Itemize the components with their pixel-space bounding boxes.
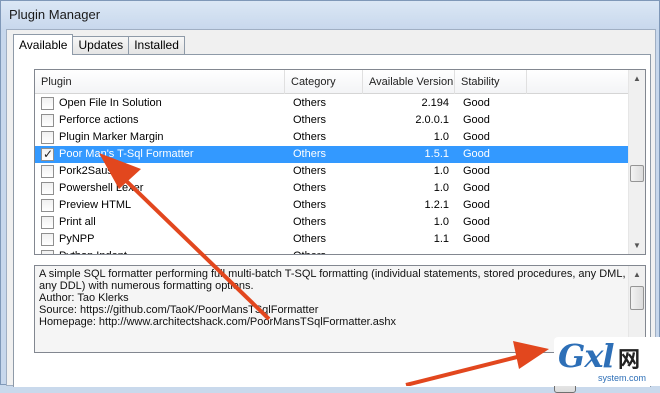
table-row[interactable]: Open File In Solution Others 2.194 Good — [35, 95, 629, 112]
plugin-stability — [463, 248, 523, 254]
plugin-version: 1.5.1 — [424, 148, 449, 160]
table-row[interactable]: Poor Man's T-Sql Formatter Others 1.5.1 Goo… — [35, 146, 629, 163]
plugin-category: Others — [293, 131, 327, 143]
plugin-name: Perforce actions — [59, 114, 139, 126]
plugin-checkbox[interactable] — [41, 233, 54, 246]
description-author: Author: Tao Klerks — [39, 292, 129, 304]
plugin-stability: Good — [463, 233, 490, 245]
tab-available[interactable]: Available — [13, 34, 74, 55]
plugin-name: Python Indent — [59, 248, 284, 254]
table-row[interactable]: Pork2Sausage Others 1.0 Good — [35, 163, 629, 180]
column-available-version[interactable]: Available Version — [363, 70, 455, 94]
plugin-version: 1.0 — [433, 216, 449, 228]
table-row[interactable]: Python Indent Others — [35, 248, 629, 254]
tab-installed[interactable]: Installed — [128, 36, 185, 55]
tab-updates[interactable]: Updates — [72, 36, 130, 55]
column-category[interactable]: Category — [285, 70, 363, 94]
site-watermark-logo: Gxl 网 system.com — [554, 337, 660, 386]
watermark-logo-text: Gxl — [558, 337, 615, 375]
plugin-category: Others — [293, 148, 327, 160]
plugin-checkbox[interactable] — [41, 199, 54, 212]
plugin-category: Others — [293, 114, 327, 126]
plugin-version — [365, 248, 449, 254]
scroll-thumb[interactable] — [630, 165, 644, 182]
plugin-category: Others — [293, 248, 353, 254]
plugin-version: 2.194 — [421, 97, 449, 109]
table-row[interactable]: Plugin Marker Margin Others 1.0 Good — [35, 129, 629, 146]
plugin-stability: Good — [463, 199, 490, 211]
plugin-stability: Good — [463, 148, 490, 160]
plugin-checkbox[interactable] — [41, 97, 54, 110]
plugin-version: 1.1 — [433, 233, 449, 245]
plugin-checkbox[interactable] — [41, 146, 54, 163]
plugin-name: PyNPP — [59, 233, 95, 245]
plugin-checkbox[interactable] — [41, 114, 54, 127]
plugin-stability: Good — [463, 131, 490, 143]
plugin-checkbox[interactable] — [41, 165, 54, 178]
table-row[interactable]: Print all Others 1.0 Good — [35, 214, 629, 231]
plugin-checkbox[interactable] — [41, 131, 54, 144]
dialog-client-area: Available Updates Installed Plugin Categ… — [6, 29, 656, 393]
plugin-list[interactable]: Plugin Category Available Version Stabil… — [34, 69, 646, 255]
plugin-name: Open File In Solution — [59, 97, 162, 109]
plugin-category: Others — [293, 97, 327, 109]
plugin-name: Preview HTML — [59, 199, 132, 211]
plugin-checkbox[interactable] — [41, 182, 54, 195]
plugin-category: Others — [293, 165, 327, 177]
description-homepage: Homepage: http://www.architectshack.com/… — [39, 316, 397, 328]
plugin-stability: Good — [463, 97, 490, 109]
plugin-stability: Good — [463, 165, 490, 177]
plugin-version: 1.2.1 — [424, 199, 449, 211]
plugin-version: 1.0 — [433, 131, 449, 143]
table-row[interactable]: Preview HTML Others 1.2.1 Good — [35, 197, 629, 214]
table-row[interactable]: Perforce actions Others 2.0.0.1 Good — [35, 112, 629, 129]
window-title: Plugin Manager — [9, 7, 101, 22]
plugin-stability: Good — [463, 182, 490, 194]
tab-strip: Available Updates Installed — [13, 34, 185, 55]
watermark-net-text: 网 — [618, 347, 641, 372]
description-source: Source: https://github.com/TaoK/PoorMans… — [39, 304, 319, 316]
plugin-rows: Open File In Solution Others 2.194 Good Perf… — [35, 95, 629, 254]
column-plugin[interactable]: Plugin — [35, 70, 285, 94]
column-stability[interactable]: Stability — [455, 70, 527, 94]
plugin-manager-window: Plugin Manager Available Updates Install… — [0, 0, 660, 393]
plugin-name: Poor Man's T-Sql Formatter — [59, 148, 194, 160]
description-summary: A simple SQL formatter performing full m… — [39, 268, 626, 292]
table-row[interactable]: PyNPP Others 1.1 Good — [35, 231, 629, 248]
plugin-category: Others — [293, 233, 327, 245]
scroll-down-arrow-icon[interactable]: ▼ — [629, 237, 645, 254]
plugin-name: Pork2Sausage — [59, 165, 132, 177]
plugin-name: Plugin Marker Margin — [59, 131, 164, 143]
plugin-version: 1.0 — [433, 165, 449, 177]
desc-scroll-thumb[interactable] — [630, 286, 644, 310]
plugin-category: Others — [293, 199, 327, 211]
plugin-version: 2.0.0.1 — [415, 114, 449, 126]
desc-scroll-up-arrow-icon[interactable]: ▲ — [629, 266, 645, 283]
table-row[interactable]: Powershell Lexer Others 1.0 Good — [35, 180, 629, 197]
plugin-category: Others — [293, 216, 327, 228]
plugin-description: A simple SQL formatter performing full m… — [39, 268, 627, 328]
plugin-category: Others — [293, 182, 327, 194]
plugin-list-scrollbar[interactable]: ▲ ▼ — [628, 70, 645, 254]
watermark-domain-text: system.com — [598, 373, 647, 383]
plugin-checkbox[interactable] — [41, 216, 54, 229]
plugin-version: 1.0 — [433, 182, 449, 194]
plugin-stability: Good — [463, 114, 490, 126]
plugin-name: Print all — [59, 216, 96, 228]
scroll-up-arrow-icon[interactable]: ▲ — [629, 70, 645, 87]
plugin-checkbox[interactable] — [41, 250, 54, 254]
plugin-stability: Good — [463, 216, 490, 228]
column-header: Plugin Category Available Version Stabil… — [35, 70, 629, 94]
plugin-name: Powershell Lexer — [59, 182, 144, 194]
